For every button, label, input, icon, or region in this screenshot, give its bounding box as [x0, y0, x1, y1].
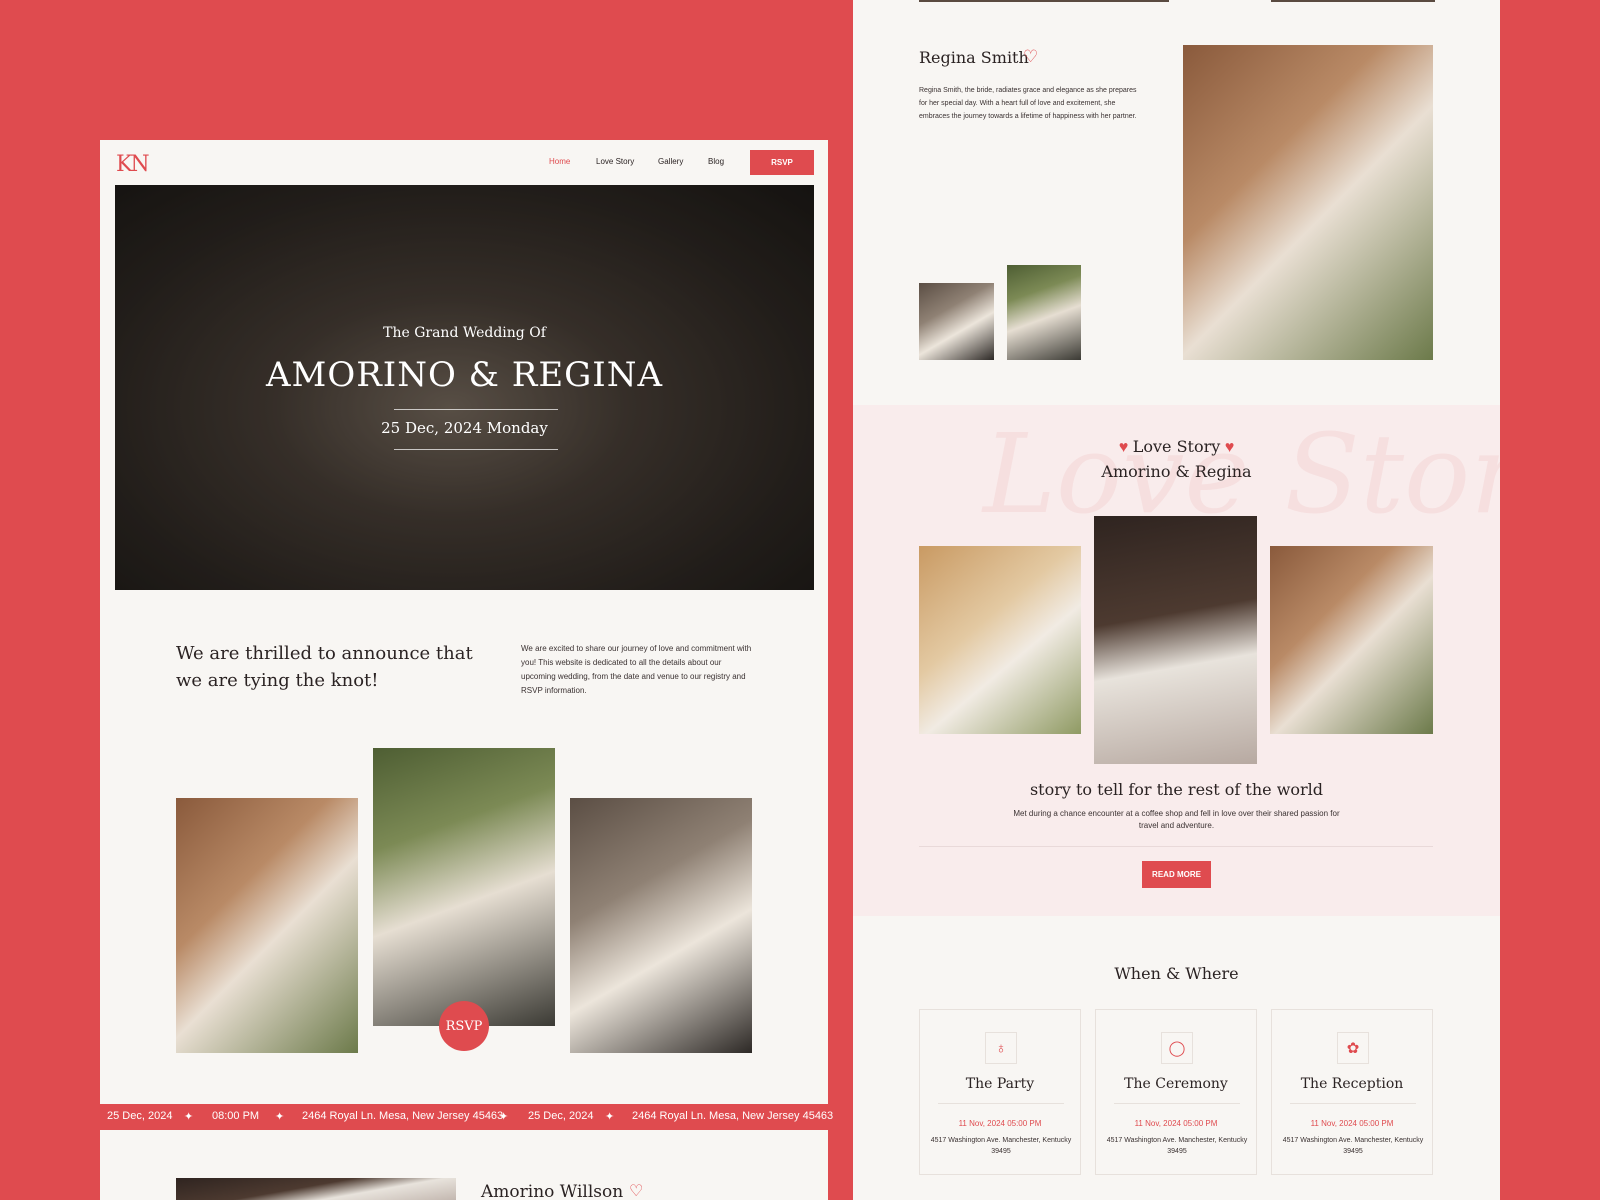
hero-divider-bottom [394, 449, 558, 450]
event-address: 4517 Washington Ave. Manchester, Kentuck… [1106, 1137, 1248, 1155]
announce-body: We are excited to share our journey of l… [521, 644, 752, 695]
ring-icon: ◯ [1161, 1032, 1193, 1064]
event-date: 11 Nov, 2024 05:00 PM [1134, 1119, 1218, 1128]
love-story-heading: Love Story [1132, 437, 1221, 456]
nav-gallery[interactable]: Gallery [658, 157, 683, 166]
heart-outline-icon: ♡ [629, 1183, 644, 1200]
divider [1290, 1103, 1416, 1104]
nav-home[interactable]: Home [549, 157, 570, 166]
read-more-button[interactable]: READ MORE [1142, 861, 1211, 888]
story-photo-center [1094, 516, 1257, 764]
thumb-photo-1[interactable] [919, 283, 994, 360]
groom-name: Amorino Willson [481, 1182, 624, 1200]
event-card-party: ♁ The Party 11 Nov, 2024 05:00 PM 4517 W… [919, 1009, 1081, 1175]
wine-glass-icon: ♁ [985, 1032, 1017, 1064]
thumb-photo-2[interactable] [1007, 265, 1081, 360]
event-card-reception: ✿ The Reception 11 Nov, 2024 05:00 PM 45… [1271, 1009, 1433, 1175]
logo[interactable]: KN [116, 152, 150, 177]
cut-off-photo-edge [1271, 0, 1435, 2]
hero-date: 25 Dec, 2024 Monday [381, 419, 548, 437]
gallery-photo-left [176, 798, 358, 1053]
ticker-address-repeat: 2464 Royal Ln. Mesa, New Jersey 45463 [632, 1110, 834, 1122]
heart-outline-icon: ♡ [1023, 47, 1039, 66]
nav-blog[interactable]: Blog [708, 157, 724, 166]
story-photo-right [1270, 546, 1433, 734]
groom-section-preview: Amorino Willson ♡ [100, 1130, 828, 1200]
hero-title: AMORINO & REGINA [265, 355, 664, 395]
nav-love-story[interactable]: Love Story [596, 157, 634, 166]
ticker-address: 2464 Royal Ln. Mesa, New Jersey 45463 [302, 1110, 504, 1122]
event-title: The Ceremony [1124, 1076, 1228, 1092]
sparkle-icon: ✦ [499, 1111, 509, 1123]
home-page-preview: KN Home Love Story Gallery Blog RSVP The… [100, 140, 828, 1104]
sparkle-icon: ✦ [184, 1111, 194, 1123]
divider [938, 1103, 1064, 1104]
event-address: 4517 Washington Ave. Manchester, Kentuck… [1282, 1137, 1424, 1155]
heart-filled-icon: ♥ [1224, 439, 1235, 456]
rsvp-circle-button[interactable]: RSVP [439, 1001, 489, 1051]
divider [1114, 1103, 1240, 1104]
hero-banner: The Grand Wedding Of AMORINO & REGINA 25… [115, 185, 814, 590]
announce-heading: We are thrilled to announce that we are … [176, 643, 473, 691]
rsvp-button[interactable]: RSVP [750, 150, 814, 175]
detail-page-preview: Regina Smith ♡ Regina Smith, the bride, … [853, 0, 1500, 1200]
event-address: 4517 Washington Ave. Manchester, Kentuck… [930, 1137, 1072, 1155]
sparkle-icon: ✦ [275, 1111, 285, 1123]
when-where-heading: When & Where [1114, 964, 1239, 983]
flower-icon: ✿ [1337, 1032, 1369, 1064]
sparkle-icon: ✦ [605, 1111, 615, 1123]
heart-filled-icon: ♥ [1118, 439, 1129, 456]
ticker-time: 08:00 PM [212, 1110, 260, 1122]
cut-off-photo-edge [919, 0, 1169, 2]
event-date: 11 Nov, 2024 05:00 PM [1310, 1119, 1394, 1128]
divider [919, 846, 1433, 847]
gallery-photo-right [570, 798, 752, 1053]
info-ticker: 25 Dec, 2024 ✦ 08:00 PM ✦ 2464 Royal Ln.… [100, 1104, 833, 1128]
bride-bio: Regina Smith, the bride, radiates grace … [919, 87, 1137, 120]
bride-feature-photo [1183, 45, 1433, 360]
groom-photo [176, 1178, 456, 1200]
event-title: The Reception [1300, 1076, 1404, 1092]
love-story-subheading: Amorino & Regina [1101, 462, 1252, 481]
love-story-heading-row: ♥ Love Story ♥ [853, 437, 1500, 457]
hero-divider-top [394, 409, 558, 410]
event-title: The Party [965, 1076, 1035, 1092]
hero-eyebrow: The Grand Wedding Of [383, 325, 546, 341]
ticker-date-repeat: 25 Dec, 2024 [528, 1110, 594, 1122]
bride-name: Regina Smith [919, 48, 1029, 67]
love-story-tagline: story to tell for the rest of the world [1029, 780, 1324, 799]
story-photo-left [919, 546, 1081, 734]
event-card-ceremony: ◯ The Ceremony 11 Nov, 2024 05:00 PM 451… [1095, 1009, 1257, 1175]
love-story-body: Met during a chance encounter at a coffe… [1013, 809, 1340, 830]
ticker-date: 25 Dec, 2024 [107, 1110, 173, 1122]
gallery-photo-center [373, 748, 555, 1026]
event-date: 11 Nov, 2024 05:00 PM [958, 1119, 1042, 1128]
